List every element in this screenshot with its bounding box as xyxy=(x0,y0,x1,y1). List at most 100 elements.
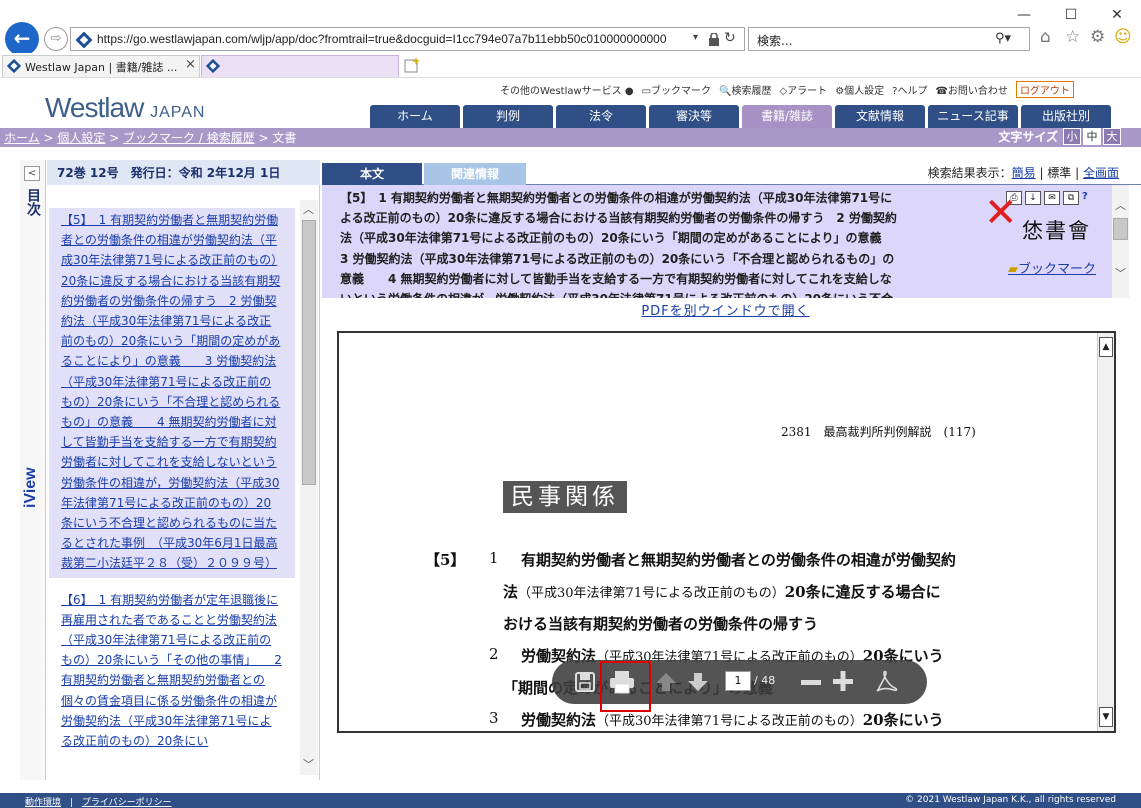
next-page-icon[interactable] xyxy=(687,672,709,692)
maximize-button[interactable]: ☐ xyxy=(1056,4,1086,26)
red-x-mark-icon: ✕ xyxy=(984,190,1018,236)
scroll-up-icon[interactable]: ︿ xyxy=(1115,197,1126,213)
close-tab-icon[interactable]: × xyxy=(185,57,196,72)
search-icon[interactable]: ⚲▾ xyxy=(995,31,1011,46)
bookmark-link[interactable]: ▰ブックマーク xyxy=(1008,258,1096,277)
scroll-down-icon[interactable]: ﹀ xyxy=(303,756,314,772)
font-size-label: 文字サイズ xyxy=(998,130,1058,144)
footer-link-privacy[interactable]: プライバシーポリシー xyxy=(82,798,172,808)
page-total: / 48 xyxy=(754,674,776,687)
logo-sub-text: JAPAN xyxy=(150,104,206,121)
close-window-button[interactable]: ✕ xyxy=(1102,4,1132,26)
back-icon[interactable]: ← xyxy=(5,22,39,56)
top-link-contact[interactable]: ☎お問い合わせ xyxy=(935,82,1007,97)
nav-tab-cases[interactable]: 判例 xyxy=(463,105,553,128)
toc-item-5[interactable]: 【5】 1 有期契約労働者と無期契約労働者との労働条件の相違が労働契約法（平成3… xyxy=(49,208,295,578)
top-link-alerts[interactable]: ◇アラート xyxy=(779,82,827,97)
previous-page-icon[interactable] xyxy=(655,672,677,692)
zoom-in-icon[interactable] xyxy=(832,670,854,692)
publisher-stamp: 恷書會 xyxy=(1022,219,1091,243)
nav-tab-home[interactable]: ホーム xyxy=(370,105,460,128)
search-placeholder: 検索... xyxy=(757,34,793,48)
breadcrumb-home[interactable]: ホーム xyxy=(4,131,40,145)
toc-scrollbar[interactable]: ︿ ﹀ xyxy=(300,200,318,775)
pdf-line: 有期契約労働者と無期契約労働者との労働条件の相違が労働契約 xyxy=(521,551,956,569)
collapse-panel-button[interactable]: < xyxy=(24,166,40,181)
document-tabs: 本文 関連情報 検索結果表示：簡易 | 標準 | 全画面 xyxy=(322,163,1141,185)
help-icon[interactable]: ? xyxy=(1082,191,1088,205)
iview-vertical-label[interactable]: iView xyxy=(22,438,44,508)
document-header: 【5】 1 有期契約労働者と無期契約労働者との労働条件の相違が労働契約法（平成3… xyxy=(322,185,1112,298)
top-links: その他のWestlawサービス ● ▭ブックマーク 🔍検索履歴 ◇アラート ⚙個… xyxy=(500,81,1074,98)
mode-standard[interactable]: 標準 xyxy=(1047,166,1071,180)
breadcrumb-bookmarks[interactable]: ブックマーク / 検索履歴 xyxy=(123,131,255,145)
font-size-large[interactable]: 大 xyxy=(1103,128,1121,145)
header-scroll-thumb[interactable] xyxy=(1113,218,1128,240)
address-bar[interactable]: https://go.westlawjapan.com/wljp/app/doc… xyxy=(70,27,745,51)
scroll-down-icon[interactable]: ﹀ xyxy=(1115,265,1126,281)
download-doc-icon[interactable]: ↓ xyxy=(1025,191,1041,205)
pdf-line: 3 xyxy=(489,709,499,727)
forward-icon[interactable]: ⇨ xyxy=(44,27,68,51)
nav-tab-news[interactable]: ニュース記事 xyxy=(928,105,1018,128)
pdf-item-number: 【5】 xyxy=(425,551,466,569)
page-number-input[interactable]: 1 xyxy=(725,671,751,691)
westlaw-favicon xyxy=(206,59,220,73)
top-link-help[interactable]: ?ヘルプ xyxy=(892,82,927,97)
top-link-other-services[interactable]: その他のWestlawサービス ● xyxy=(500,82,634,97)
nav-tab-decisions[interactable]: 審決等 xyxy=(649,105,739,128)
open-window-icon[interactable]: ⧉ xyxy=(1063,191,1079,205)
footer: 動作環境 | プライバシーポリシー © 2021 Westlaw Japan K… xyxy=(0,793,1141,808)
nav-tab-books-journals[interactable]: 書籍/雑誌 xyxy=(742,105,832,128)
open-pdf-link[interactable]: PDFを別ウインドウで開く xyxy=(322,300,1129,319)
tab-related-info[interactable]: 関連情報 xyxy=(424,163,526,185)
toc-vertical-label[interactable]: 目次 xyxy=(23,188,41,216)
pdf-scroll-down-icon[interactable]: ▼ xyxy=(1099,707,1113,727)
email-icon[interactable]: ✉ xyxy=(1044,191,1060,205)
left-side-strip: < 目次 iView xyxy=(20,160,46,780)
top-link-settings[interactable]: ⚙個人設定 xyxy=(835,82,884,97)
nav-tab-literature[interactable]: 文献情報 xyxy=(835,105,925,128)
dropdown-icon[interactable]: ▾ xyxy=(693,32,698,43)
top-link-history[interactable]: 🔍検索履歴 xyxy=(719,82,771,97)
logo-main-text: Westlaw xyxy=(45,92,144,123)
pdf-scrollbar[interactable]: ▲ ▼ xyxy=(1097,333,1114,731)
tab-main-text[interactable]: 本文 xyxy=(322,163,422,185)
logout-button[interactable]: ログアウト xyxy=(1015,81,1074,98)
browser-tab-second[interactable] xyxy=(201,55,399,77)
site-header: Westlaw JAPAN その他のWestlawサービス ● ▭ブックマーク … xyxy=(0,78,1141,128)
favorites-star-icon[interactable]: ☆ xyxy=(1065,27,1080,47)
smiley-feedback-icon[interactable]: ☺ xyxy=(1114,27,1132,47)
font-size-control: 文字サイズ 小 中 大 xyxy=(998,128,1121,145)
pdf-scroll-up-icon[interactable]: ▲ xyxy=(1099,337,1113,357)
mode-fullscreen[interactable]: 全画面 xyxy=(1083,166,1119,180)
top-link-bookmarks[interactable]: ▭ブックマーク xyxy=(642,82,711,97)
minimize-button[interactable]: — xyxy=(1009,4,1039,26)
footer-link-environment[interactable]: 動作環境 xyxy=(25,798,61,808)
nav-tab-statutes[interactable]: 法令 xyxy=(556,105,646,128)
zoom-out-icon[interactable] xyxy=(800,672,822,692)
scroll-up-icon[interactable]: ︿ xyxy=(303,201,314,217)
breadcrumb-settings[interactable]: 個人設定 xyxy=(57,131,105,145)
mode-simple[interactable]: 簡易 xyxy=(1012,166,1036,180)
header-scrollbar[interactable]: ︿ ﹀ xyxy=(1112,185,1129,298)
home-icon[interactable]: ⌂ xyxy=(1040,27,1051,47)
pdf-page-header: 2381 最高裁判所判例解説 (117) xyxy=(781,425,976,439)
pdf-section-heading: 民事関係 xyxy=(503,481,627,513)
new-tab-icon[interactable] xyxy=(404,57,420,73)
nav-tab-publishers[interactable]: 出版社別 xyxy=(1021,105,1111,128)
acrobat-icon[interactable] xyxy=(874,670,898,694)
tab-bar: Westlaw Japan | 書籍/雑誌 ... × xyxy=(0,53,1141,78)
toc-item-6[interactable]: 【6】 1 有期契約労働者が定年退職後に再雇用された者であることと労働契約法（平… xyxy=(49,588,295,756)
font-size-medium[interactable]: 中 xyxy=(1083,128,1101,145)
pdf-line: 法（平成30年法律第71号による改正前のもの）20条に違反する場合に xyxy=(503,583,941,601)
font-size-small[interactable]: 小 xyxy=(1063,128,1081,145)
refresh-icon[interactable]: ↻ xyxy=(724,30,736,46)
save-icon[interactable] xyxy=(574,671,596,693)
browser-search-box[interactable]: 検索... ⚲▾ xyxy=(748,27,1030,51)
toc-scroll-thumb[interactable] xyxy=(302,220,316,485)
lock-icon xyxy=(709,33,719,46)
westlaw-logo[interactable]: Westlaw JAPAN xyxy=(45,92,205,124)
browser-tab-westlaw[interactable]: Westlaw Japan | 書籍/雑誌 ... × xyxy=(2,55,200,77)
settings-gear-icon[interactable]: ⚙ xyxy=(1090,27,1105,47)
